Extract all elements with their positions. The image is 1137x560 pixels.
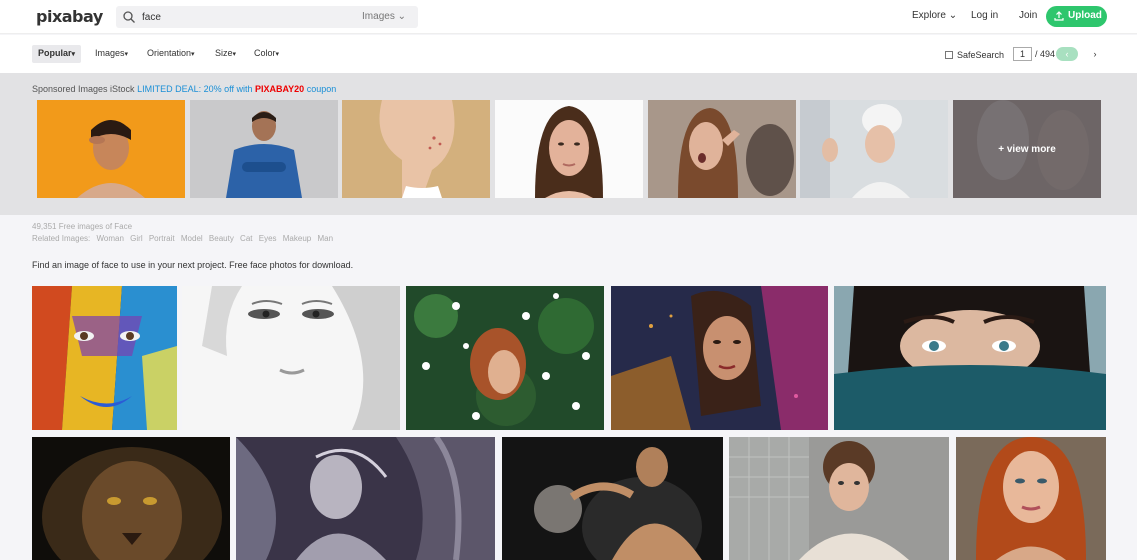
related-tag[interactable]: Makeup — [283, 234, 311, 243]
page-number-input[interactable]: 1 — [1013, 47, 1032, 61]
caret-down-icon: ▾ — [191, 51, 195, 58]
chevron-right-icon: › — [1093, 49, 1097, 59]
related-label: Related Images: — [32, 234, 91, 243]
sponsored-photo — [648, 100, 796, 198]
color-filter[interactable]: Color▾ — [248, 45, 285, 63]
size-filter[interactable]: Size▾ — [209, 45, 242, 63]
photo-sweater-woman — [729, 437, 949, 560]
related-tag[interactable]: Cat — [240, 234, 252, 243]
search-bar[interactable]: Images ⌄ — [116, 6, 418, 28]
top-header: pixabay Images ⌄ Explore ⌄ Log in Join U… — [0, 0, 1137, 34]
sponsored-image[interactable] — [37, 100, 185, 198]
explore-label: Explore — [912, 10, 946, 21]
size-label: Size — [215, 48, 233, 58]
sponsored-photo — [495, 100, 643, 198]
chevron-down-icon: ⌄ — [397, 11, 406, 22]
search-type-label: Images — [362, 11, 395, 22]
safesearch-checkbox[interactable] — [945, 51, 953, 59]
photo-tree-woman — [236, 437, 495, 560]
intro-text: Find an image of face to use in your nex… — [32, 260, 354, 270]
filter-bar: Popular▾ Images▾ Orientation▾ Size▾ Colo… — [0, 35, 1137, 73]
related-images: Related Images: Woman Girl Portrait Mode… — [32, 234, 337, 243]
chevron-down-icon: ⌄ — [948, 10, 958, 21]
login-link[interactable]: Log in — [971, 10, 998, 21]
sponsored-image[interactable] — [800, 100, 948, 198]
photo-painted-face — [32, 286, 177, 430]
related-tag[interactable]: Model — [181, 234, 203, 243]
sponsored-photo — [342, 100, 490, 198]
images-filter[interactable]: Images▾ — [89, 45, 134, 63]
next-page-button[interactable]: › — [1086, 47, 1104, 61]
image-tile[interactable] — [729, 437, 949, 560]
related-tag[interactable]: Beauty — [209, 234, 234, 243]
orientation-filter[interactable]: Orientation▾ — [141, 45, 201, 63]
image-tile[interactable] — [956, 437, 1106, 560]
chevron-left-icon: ‹ — [1065, 49, 1069, 59]
related-tag[interactable]: Girl — [130, 234, 142, 243]
photo-covered-face — [834, 286, 1106, 430]
image-tile[interactable] — [236, 437, 495, 560]
search-input[interactable] — [142, 9, 342, 25]
related-tag[interactable]: Man — [317, 234, 333, 243]
sponsored-label: Sponsored Images iStock LIMITED DEAL: 20… — [32, 84, 336, 94]
upload-label: Upload — [1068, 10, 1102, 21]
popular-label: Popular — [38, 48, 72, 58]
color-label: Color — [254, 48, 276, 58]
caret-down-icon: ▾ — [124, 51, 129, 58]
safesearch-label: SafeSearch — [957, 50, 1005, 60]
image-tile[interactable] — [834, 286, 1106, 430]
search-type-dropdown[interactable]: Images ⌄ — [362, 11, 406, 22]
explore-menu[interactable]: Explore ⌄ — [912, 10, 957, 21]
coupon-suffix[interactable]: coupon — [307, 84, 337, 94]
popular-filter[interactable]: Popular▾ — [32, 45, 82, 63]
view-more-tile[interactable]: + view more — [953, 100, 1101, 198]
coupon-code[interactable]: PIXABAY20 — [255, 84, 304, 94]
photo-redhead-woman — [956, 437, 1106, 560]
upload-icon — [1054, 11, 1064, 21]
photo-flowers-face — [406, 286, 604, 430]
upload-button[interactable]: Upload — [1046, 6, 1107, 27]
images-label: Images — [95, 48, 125, 58]
image-tile[interactable] — [611, 286, 828, 430]
orientation-label: Orientation — [147, 48, 192, 58]
sponsored-image[interactable] — [648, 100, 796, 198]
sponsored-image[interactable] — [342, 100, 490, 198]
caret-down-icon: ▾ — [71, 51, 76, 58]
photo-lion — [32, 437, 230, 560]
caret-down-icon: ▾ — [232, 51, 237, 58]
image-tile[interactable] — [32, 286, 177, 430]
related-tag[interactable]: Eyes — [259, 234, 277, 243]
result-count: 49,351 Free images of Face — [32, 222, 133, 231]
related-tag[interactable]: Woman — [97, 234, 124, 243]
page-total: / 494 — [1035, 49, 1056, 59]
sponsored-prefix: Sponsored Images iStock — [32, 84, 135, 94]
search-icon — [123, 11, 135, 23]
sponsored-photo — [37, 100, 185, 198]
related-tag[interactable]: Portrait — [149, 234, 175, 243]
photo-dispersion-portrait — [611, 286, 828, 430]
sponsored-image[interactable] — [190, 100, 338, 198]
deal-text[interactable]: LIMITED DEAL: 20% off with — [137, 84, 252, 94]
image-tile[interactable] — [502, 437, 723, 560]
image-tile[interactable] — [182, 286, 400, 430]
safesearch-toggle[interactable]: SafeSearch — [945, 50, 1004, 60]
image-tile[interactable] — [32, 437, 230, 560]
caret-down-icon: ▾ — [275, 51, 280, 58]
photo-man-mask — [502, 437, 723, 560]
sponsored-strip: Sponsored Images iStock LIMITED DEAL: 20… — [0, 73, 1137, 215]
pixabay-logo[interactable]: pixabay — [36, 7, 103, 26]
view-more-label: + view more — [998, 144, 1056, 155]
sponsored-photo — [800, 100, 948, 198]
sponsored-image[interactable] — [495, 100, 643, 198]
sponsored-photo — [190, 100, 338, 198]
photo-bw-face — [182, 286, 400, 430]
prev-page-button[interactable]: ‹ — [1056, 47, 1078, 61]
image-tile[interactable] — [406, 286, 604, 430]
join-link[interactable]: Join — [1019, 10, 1037, 21]
